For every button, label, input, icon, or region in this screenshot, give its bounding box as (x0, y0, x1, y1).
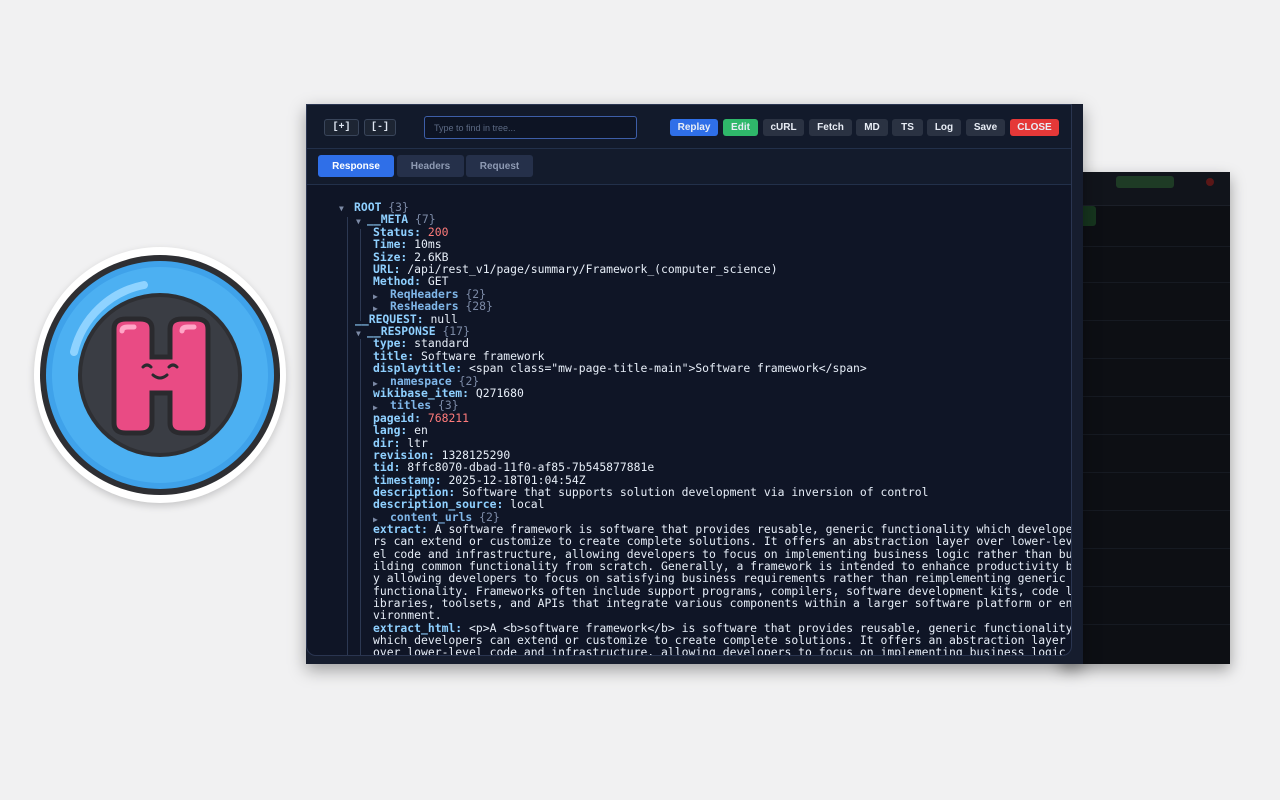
tree-leaf-tid: tid: 8ffc8070-dbad-11f0-af85-7b545877881… (373, 460, 655, 474)
tab-bar: Response Headers Request (307, 149, 1071, 185)
tree-leaf-lang: lang: en (373, 423, 428, 437)
tree-leaf-type: type: standard (373, 336, 470, 350)
background-row (1060, 396, 1230, 397)
tree-leaf-time: Time: 10ms (373, 237, 442, 251)
tree-search-input[interactable] (424, 116, 637, 139)
collapsed-arrow-icon[interactable]: ▶ (373, 291, 378, 303)
json-viewer-body: [+] [-] Replay Edit cURL Fetch MD TS Log… (306, 104, 1072, 656)
background-row (1060, 548, 1230, 549)
h-logo-icon (40, 255, 280, 495)
log-button[interactable]: Log (927, 119, 961, 136)
background-row (1060, 282, 1230, 283)
background-row (1060, 358, 1230, 359)
tree-leaf-displaytitle: displaytitle: <span class="mw-page-title… (373, 361, 867, 375)
background-row (1060, 434, 1230, 435)
background-red-dot (1206, 178, 1214, 186)
background-app-window (1060, 172, 1230, 664)
tree-guide (360, 229, 361, 321)
close-button[interactable]: CLOSE (1010, 119, 1059, 136)
tree-node-resheaders[interactable]: ResHeaders {28} (390, 300, 493, 312)
background-toolbar (1060, 172, 1230, 206)
expanded-arrow-icon[interactable]: ▼ (339, 203, 344, 215)
json-tree: ▼ ROOT {3} ▼ __META {7} Status: 200 Time… (307, 185, 1072, 656)
tree-node-titles[interactable]: titles {3} (390, 399, 459, 411)
background-row (1060, 320, 1230, 321)
tree-leaf-extract-line: vironment. (373, 608, 442, 622)
curl-button[interactable]: cURL (763, 119, 804, 136)
background-row (1060, 510, 1230, 511)
edit-button[interactable]: Edit (723, 119, 758, 136)
collapse-all-button[interactable]: [-] (364, 119, 396, 136)
save-button[interactable]: Save (966, 119, 1005, 136)
tree-leaf-extract-html-line: over lower-level code and infrastructure… (373, 645, 1066, 656)
tab-request[interactable]: Request (466, 155, 533, 177)
tab-headers[interactable]: Headers (397, 155, 464, 177)
tree-guide (347, 217, 348, 655)
expanded-arrow-icon[interactable]: ▼ (356, 216, 361, 228)
tree-leaf-extract-line: y allowing developers to focus on satisf… (373, 571, 1066, 585)
tree-leaf-extract-line: rs can extend or customize to create com… (373, 534, 1072, 548)
markdown-button[interactable]: MD (856, 119, 888, 136)
background-row (1060, 246, 1230, 247)
background-row (1060, 472, 1230, 473)
background-row (1060, 586, 1230, 587)
expand-all-button[interactable]: [+] (324, 119, 359, 136)
fetch-button[interactable]: Fetch (809, 119, 852, 136)
tree-leaf-method: Method: GET (373, 274, 449, 288)
tree-leaf-extract-line: ibraries, toolsets, and APIs that integr… (373, 596, 1072, 610)
toolbar: [+] [-] Replay Edit cURL Fetch MD TS Log… (307, 105, 1071, 149)
json-viewer-panel: [+] [-] Replay Edit cURL Fetch MD TS Log… (306, 104, 1083, 664)
background-pill (1116, 176, 1174, 188)
tab-response[interactable]: Response (318, 155, 394, 177)
replay-button[interactable]: Replay (670, 119, 718, 136)
tree-guide (360, 339, 361, 655)
tree-leaf-description-source: description_source: local (373, 497, 545, 511)
expanded-arrow-icon[interactable]: ▼ (356, 328, 361, 340)
tree-node-meta[interactable]: __META {7} (367, 213, 436, 225)
typescript-button[interactable]: TS (892, 119, 923, 136)
app-logo (34, 247, 286, 503)
background-row (1060, 624, 1230, 625)
